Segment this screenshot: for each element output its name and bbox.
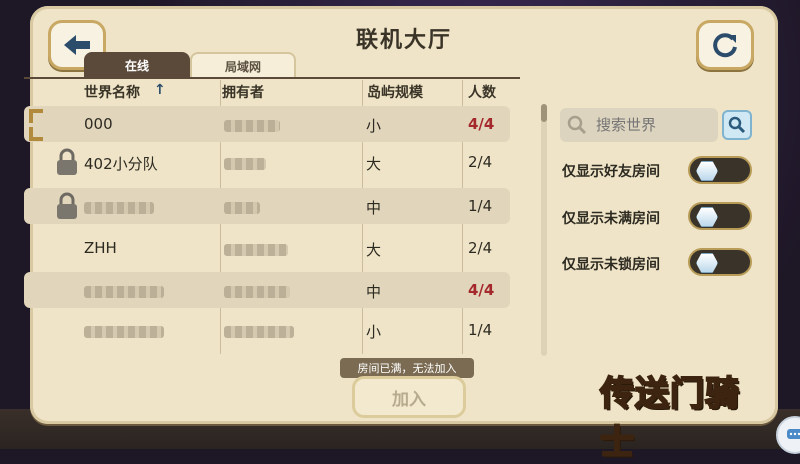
player-count: 2/4 [468,153,493,171]
island-size: 中 [366,199,382,217]
filter-unlocked-toggle[interactable] [688,248,752,276]
header-owner[interactable]: 拥有者 [222,82,264,102]
world-name: 402小分队 [84,155,158,173]
island-size: 小 [366,117,382,135]
tab-divider [24,77,520,79]
table-row[interactable]: 小 1/4 [24,312,510,348]
lock-icon [57,192,77,219]
owner-blurred [224,284,290,302]
island-size: 大 [366,241,382,259]
toggle-knob [696,161,718,181]
search-button[interactable] [722,110,752,140]
owner-blurred [224,242,288,260]
toggle-knob [696,253,718,273]
join-button[interactable]: 加入 [352,376,466,418]
tab-lan[interactable]: 局域网 [190,52,296,78]
scrollbar-thumb[interactable] [541,104,547,122]
owner-blurred [224,200,260,218]
table-row[interactable]: 中 1/4 [24,188,510,224]
refresh-button[interactable] [696,20,754,70]
table-row[interactable]: 000 小 4/4 [24,106,510,142]
lock-icon [57,148,77,175]
table-header: 世界名称 ↑ 拥有者 岛屿规模 人数 [24,82,524,102]
game-logo: 传送门骑士 [599,373,740,464]
table-row[interactable]: 中 4/4 [24,272,510,308]
player-count: 1/4 [468,197,493,215]
world-name-blurred [84,200,154,218]
player-count: 2/4 [468,239,493,257]
filter-friends-toggle[interactable] [688,156,752,184]
world-name-blurred [84,324,164,342]
scrollbar[interactable] [541,104,547,356]
page-title: 联机大厅 [355,28,452,53]
search-input[interactable] [594,115,708,135]
filter-unlocked-label: 仅显示未锁房间 [562,257,660,273]
owner-blurred [224,118,280,136]
filter-not-full-label: 仅显示未满房间 [562,211,660,227]
world-name: 000 [84,115,113,133]
search-field[interactable] [560,108,718,142]
filter-friends-label: 仅显示好友房间 [562,164,660,180]
filter-not-full-toggle[interactable] [688,202,752,230]
selection-corner-icon [29,127,43,141]
tab-online[interactable]: 在线 [84,52,190,78]
island-size: 中 [366,283,382,301]
table-row[interactable]: 402小分队 大 2/4 [24,144,510,180]
header-island-size[interactable]: 岛屿规模 [367,82,423,102]
search-icon [567,115,587,135]
owner-blurred [224,156,266,174]
world-name-blurred [84,284,164,302]
selection-corner-icon [29,109,43,123]
table-row[interactable]: ZHH 大 2/4 [24,230,510,266]
room-full-hint: 房间已满，无法加入 [340,358,474,378]
player-count: 4/4 [468,281,495,299]
toggle-knob [696,207,718,227]
island-size: 小 [366,323,382,341]
world-name: ZHH [84,239,117,257]
island-size: 大 [366,155,382,173]
owner-blurred [224,324,294,342]
player-count: 4/4 [468,115,495,133]
refresh-icon [713,33,737,58]
header-world-name[interactable]: 世界名称 [84,82,140,102]
sort-arrow-icon[interactable]: ↑ [154,82,166,98]
chat-icon [787,429,800,439]
header-players[interactable]: 人数 [468,82,496,102]
player-count: 1/4 [468,321,493,339]
search-icon [728,116,746,134]
room-table: 000 小 4/4 402小分队 大 2/4 中 1/4 ZHH 大 2/4 中… [24,104,510,356]
